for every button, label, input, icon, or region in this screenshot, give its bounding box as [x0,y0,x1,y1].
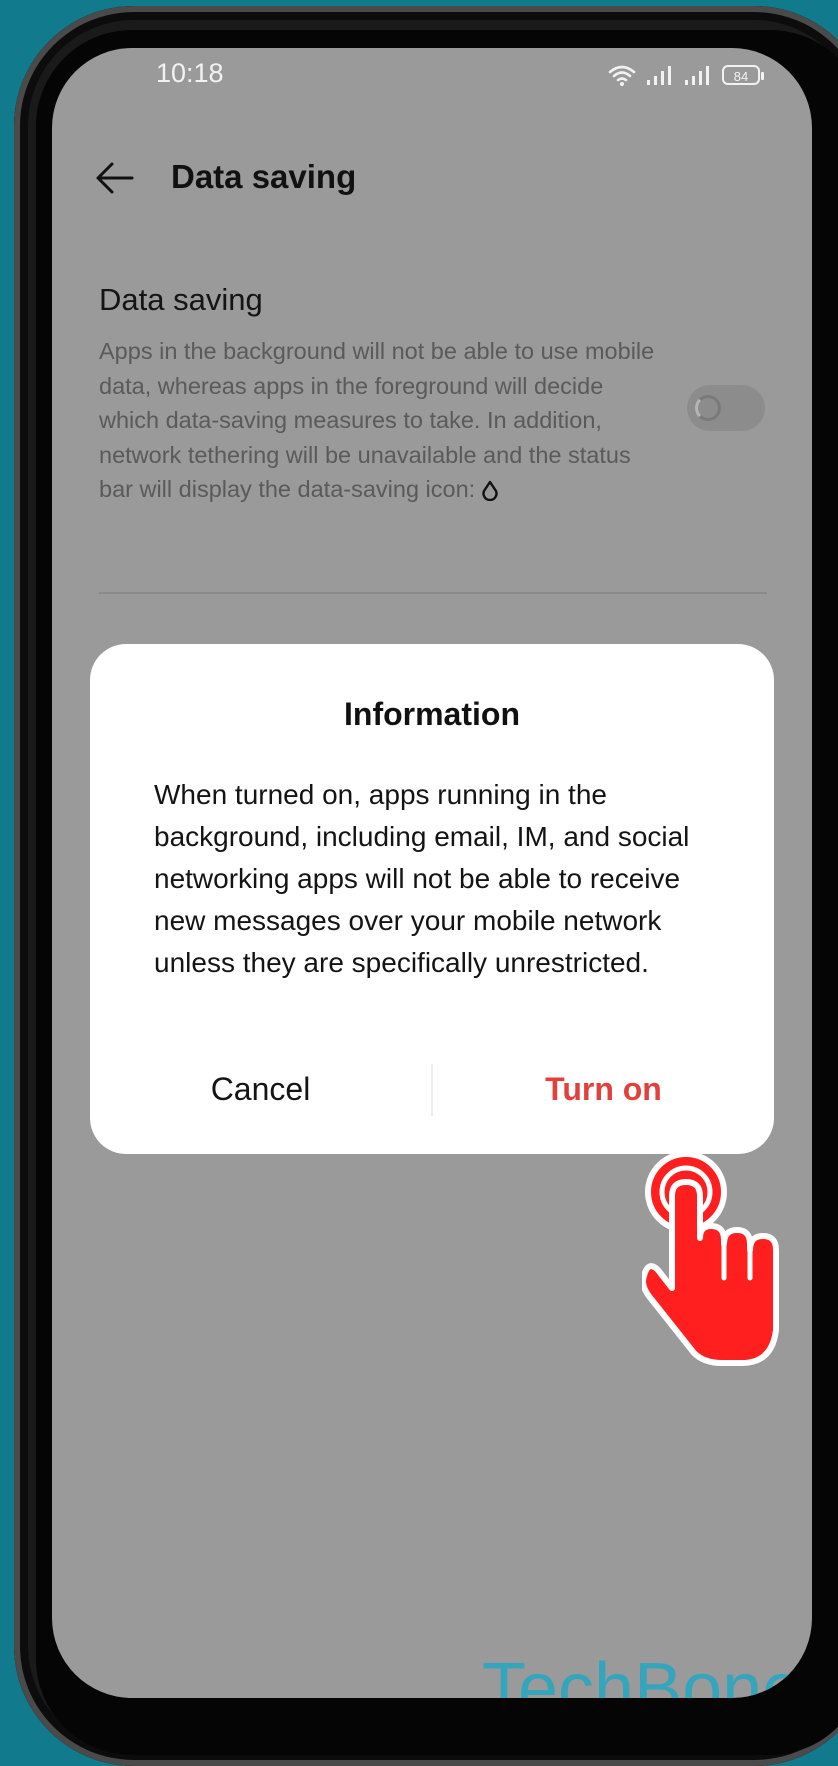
information-dialog: Information When turned on, apps running… [90,644,774,1154]
cancel-button[interactable]: Cancel [90,1049,431,1129]
watermark-logo: TechBone [482,1649,803,1698]
dialog-message: When turned on, apps running in the back… [154,779,690,978]
toggle-knob [695,395,721,421]
data-saving-icon [482,481,498,502]
setting-description: Apps in the background will not be able … [99,334,659,507]
phone-screen: 10:18 84 Data saving Data saving Apps in… [52,48,812,1698]
status-time: 10:18 [156,58,224,88]
status-icons: 84 [608,62,764,88]
page-title: Data saving [171,158,357,195]
tap-hand-icon [642,1151,779,1366]
setting-description-text: Apps in the background will not be able … [99,338,655,503]
wifi-icon [608,65,636,86]
back-arrow-icon[interactable] [94,160,134,196]
signal-icon [647,66,671,85]
setting-title: Data saving [99,282,263,317]
dialog-title: Information [344,696,520,732]
divider [99,592,767,594]
data-saving-toggle[interactable] [687,385,765,431]
battery-icon: 84 [722,65,764,85]
turn-on-button[interactable]: Turn on [433,1049,774,1129]
signal-icon-2 [685,66,709,85]
